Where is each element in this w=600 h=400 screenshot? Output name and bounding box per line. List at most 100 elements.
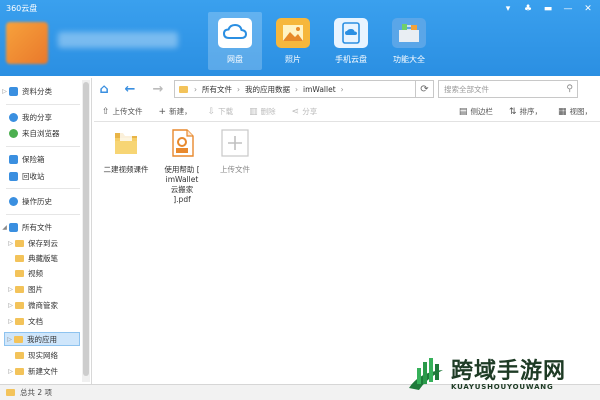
sidebar-item-folder[interactable]: ▷ 文档 [6,314,88,328]
breadcrumb-sep: › [237,84,240,94]
watermark-text: 跨域手游网 [451,358,567,384]
search-input[interactable]: 搜索全部文件 ⚲ [438,80,578,98]
sidebar-scrollbar[interactable] [82,80,90,382]
sidebar-item-label: 资料分类 [22,86,52,96]
tab-photos[interactable]: 照片 [266,12,320,70]
share-icon [9,112,18,122]
minimize-icon[interactable]: — [562,4,574,14]
sidebar-item-safe-box[interactable]: 保险箱 [0,152,82,166]
new-button[interactable]: + 新建， [159,106,192,117]
skin-icon[interactable]: ▾ [502,4,514,14]
category-icon [9,86,18,96]
sidebar-item-folder[interactable]: 视频 [6,266,88,280]
breadcrumb[interactable]: › 所有文件 › 我的应用数据 › imWallet › [174,80,416,98]
sidebar-item-folder[interactable]: ▷ 图片 [6,282,88,296]
file-item[interactable]: 使用帮助 [ imWallet 云搬家 ].pdf [156,128,208,205]
tshirt-icon[interactable]: ♣ [522,4,534,14]
upload-button[interactable]: ⇧ 上传文件 [102,106,143,117]
upload-tile[interactable]: 上传文件 [209,128,261,175]
sidebar-item-label: 来自浏览器 [22,128,60,138]
expand-icon[interactable]: ▷ [6,302,15,309]
sidebar-item-label: 我的分享 [22,112,52,122]
sidebar-item-label: 所有文件 [22,222,52,232]
sidebar-icon: ▤ [458,106,468,117]
divider [6,104,80,105]
breadcrumb-item[interactable]: 我的应用数据 [245,84,290,95]
divider [6,188,80,189]
sort-button[interactable]: ⇅ 排序， [509,106,542,117]
plus-icon: + [158,106,167,117]
sidebar-label: 侧边栏 [470,107,493,116]
sidebar-item-recycle-bin[interactable]: 回收站 [0,169,82,183]
sidebar-item-categories[interactable]: ▷ 资料分类 [0,84,82,98]
folder-icon [15,317,24,325]
sidebar-item-folder[interactable]: ▷ 保存到云 [6,236,88,250]
history-icon [9,196,18,206]
watermark: 跨域手游网 KUAYUSHOUYOUWANG [405,352,595,398]
folder-icon [15,254,24,262]
folder-icon [15,269,24,277]
sidebar-item-history[interactable]: 操作历史 [0,194,82,208]
cloud-folder-icon [9,222,18,232]
menu-icon[interactable]: ▬ [542,4,554,14]
view-button[interactable]: ▦ 视图， [558,106,592,117]
sidebar-item-from-browser[interactable]: 来自浏览器 [0,126,82,140]
search-icon[interactable]: ⚲ [566,84,573,94]
sidebar-item-all-files[interactable]: ◢ 所有文件 [0,220,82,234]
delete-label: 删除 [260,107,276,116]
tab-netdisk[interactable]: 网盘 [208,12,262,70]
breadcrumb-sep: › [194,84,197,94]
delete-button[interactable]: ▥ 删除 [249,106,276,117]
sidebar-item-my-shares[interactable]: 我的分享 [0,110,82,124]
sidebar-item-label: 微商管家 [28,300,58,310]
share-icon: ⋖ [291,106,300,117]
expand-icon[interactable]: ▷ [6,368,15,375]
sidebar-item-my-apps[interactable]: ▷ 我的应用 [4,332,80,346]
folder-icon [115,131,137,154]
tab-mobile-cloud[interactable]: 手机云盘 [324,12,378,70]
collapse-icon[interactable]: ◢ [0,224,9,231]
expand-icon[interactable]: ▷ [6,318,15,325]
safe-icon [9,154,18,164]
forward-button[interactable]: → [148,80,168,98]
avatar[interactable] [6,22,48,64]
item-count: 总共 2 项 [20,388,53,397]
navigation-bar: ⌂ ← → › 所有文件 › 我的应用数据 › imWallet › ⟳ 搜索全… [94,78,600,100]
app-title: 360云盘 [6,4,38,13]
close-icon[interactable]: ✕ [582,4,594,14]
expand-icon[interactable]: ▷ [0,88,9,95]
sidebar-item-label: 回收站 [22,171,45,181]
sidebar-item-label: 保险箱 [22,154,45,164]
sidebar-item-label: 操作历史 [22,196,52,206]
back-button[interactable]: ← [120,80,140,98]
folder-icon [15,367,24,375]
expand-icon[interactable]: ▷ [6,240,15,247]
sidebar-item-folder[interactable]: 现实网络 [6,348,88,362]
folder-icon [15,285,24,293]
tab-features[interactable]: 功能大全 [382,12,436,70]
folder-icon [14,335,23,343]
file-name-line: ].pdf [173,195,191,204]
sidebar-item-folder[interactable]: ▷ 新建文件 [6,364,88,378]
expand-icon[interactable]: ▷ [5,336,14,343]
tab-label: 手机云盘 [335,55,367,64]
share-button[interactable]: ⋖ 分享 [292,106,318,117]
search-placeholder: 搜索全部文件 [444,84,489,94]
sidebar-item-folder[interactable]: ▷ 微商管家 [6,298,88,312]
folder-icon [15,301,24,309]
breadcrumb-item[interactable]: imWallet [303,85,336,94]
sidebar-item-folder[interactable]: 典藏版笔 [6,251,88,265]
folder-icon [15,351,24,359]
home-icon[interactable]: ⌂ [94,80,114,98]
sidebar-item-label: 保存到云 [28,238,58,248]
folder-item[interactable]: 二建视频课件 [100,128,152,175]
tab-label: 网盘 [227,55,243,64]
expand-icon[interactable]: ▷ [6,286,15,293]
folder-icon [6,389,15,396]
view-label: 视图， [569,107,593,116]
refresh-button[interactable]: ⟳ [416,80,434,98]
sidebar-toggle-button[interactable]: ▤ 侧边栏 [459,106,493,117]
breadcrumb-item[interactable]: 所有文件 [202,84,232,95]
download-button[interactable]: ⇩ 下载 [208,106,234,117]
scrollbar-thumb[interactable] [83,82,89,376]
